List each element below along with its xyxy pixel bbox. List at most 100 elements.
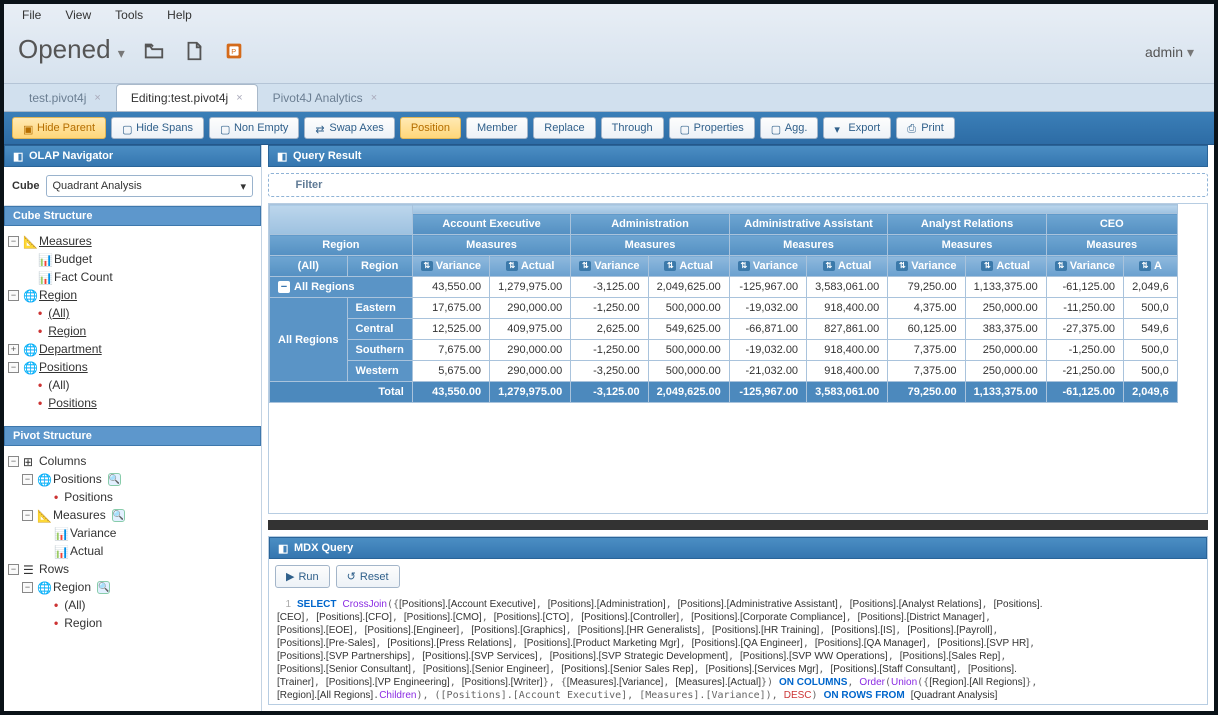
- region-col-header[interactable]: Region: [347, 256, 412, 277]
- menu-view[interactable]: View: [65, 8, 91, 22]
- node-budget[interactable]: Budget: [54, 252, 92, 266]
- run-button[interactable]: ▶ Run: [275, 565, 330, 588]
- menu-file[interactable]: File: [22, 8, 41, 22]
- node-positions-leaf[interactable]: Positions: [48, 396, 97, 410]
- collapse-icon[interactable]: ◧: [13, 150, 25, 162]
- col-variance[interactable]: ⇅Variance: [571, 256, 648, 277]
- opened-dropdown[interactable]: Opened ▾: [18, 34, 125, 65]
- sort-icon[interactable]: ⇅: [1139, 261, 1151, 271]
- node-region-leaf[interactable]: Region: [48, 324, 86, 338]
- node-measures[interactable]: Measures: [39, 234, 92, 248]
- replace-button[interactable]: Replace: [533, 117, 595, 139]
- row-header[interactable]: Central: [347, 319, 412, 340]
- hide-spans-button[interactable]: ▢Hide Spans: [111, 117, 204, 139]
- swap-axes-button[interactable]: ⇄Swap Axes: [304, 117, 394, 139]
- row-header[interactable]: Western: [347, 361, 412, 382]
- collapse-icon[interactable]: −: [22, 474, 33, 485]
- hide-parent-button[interactable]: ▣Hide Parent: [12, 117, 106, 139]
- expand-icon[interactable]: +: [8, 344, 19, 355]
- tab-editing[interactable]: Editing:test.pivot4j×: [116, 84, 258, 111]
- col-actual[interactable]: ⇅A: [1124, 256, 1178, 277]
- menu-tools[interactable]: Tools: [115, 8, 143, 22]
- close-icon[interactable]: ×: [94, 92, 100, 104]
- sort-icon[interactable]: ⇅: [896, 261, 908, 271]
- collapse-icon[interactable]: −: [8, 290, 19, 301]
- splitter[interactable]: [268, 520, 1208, 530]
- collapse-icon[interactable]: −: [22, 510, 33, 521]
- row-header[interactable]: All Regions: [270, 298, 348, 382]
- row-header[interactable]: Eastern: [347, 298, 412, 319]
- col-actual[interactable]: ⇅Actual: [807, 256, 888, 277]
- col-group[interactable]: CEO: [1046, 214, 1177, 235]
- properties-button[interactable]: ▢Properties: [669, 117, 755, 139]
- node-columns[interactable]: Columns: [39, 454, 86, 468]
- mdx-editor[interactable]: 1SELECT CrossJoin({[Positions].[Account …: [269, 594, 1207, 704]
- sort-icon[interactable]: ⇅: [981, 261, 993, 271]
- search-icon[interactable]: 🔍: [112, 509, 125, 522]
- node-measures[interactable]: Measures: [53, 508, 106, 522]
- sort-icon[interactable]: ⇅: [421, 261, 433, 271]
- col-group[interactable]: Administration: [571, 214, 730, 235]
- node-positions[interactable]: Positions: [53, 472, 102, 486]
- node-region-all[interactable]: (All): [48, 306, 69, 320]
- node-positions-all[interactable]: (All): [48, 378, 69, 392]
- presentation-icon[interactable]: P: [223, 40, 245, 60]
- collapse-icon[interactable]: −: [8, 236, 19, 247]
- node-region-leaf[interactable]: Region: [64, 616, 102, 630]
- node-region[interactable]: Region: [39, 288, 77, 302]
- node-variance[interactable]: Variance: [70, 526, 116, 540]
- new-document-icon[interactable]: [183, 40, 205, 60]
- close-icon[interactable]: ×: [236, 92, 242, 104]
- node-department[interactable]: Department: [39, 342, 102, 356]
- position-button[interactable]: Position: [400, 117, 461, 139]
- row-header[interactable]: −All Regions: [270, 277, 413, 298]
- col-actual[interactable]: ⇅Actual: [648, 256, 729, 277]
- col-variance[interactable]: ⇅Variance: [888, 256, 965, 277]
- export-button[interactable]: ▾Export: [823, 117, 891, 139]
- filter-dropzone[interactable]: Filter: [268, 173, 1208, 197]
- menu-help[interactable]: Help: [167, 8, 192, 22]
- col-actual[interactable]: ⇅Actual: [965, 256, 1046, 277]
- sort-icon[interactable]: ⇅: [579, 261, 591, 271]
- collapse-icon[interactable]: −: [8, 362, 19, 373]
- print-button[interactable]: ⎙Print: [896, 117, 955, 139]
- search-icon[interactable]: 🔍: [97, 581, 110, 594]
- col-group[interactable]: Analyst Relations: [888, 214, 1047, 235]
- member-button[interactable]: Member: [466, 117, 528, 139]
- col-group[interactable]: Administrative Assistant: [729, 214, 888, 235]
- user-menu[interactable]: admin ▾: [1145, 44, 1194, 61]
- open-folder-icon[interactable]: [143, 40, 165, 60]
- sort-icon[interactable]: ⇅: [506, 261, 518, 271]
- close-icon[interactable]: ×: [371, 92, 377, 104]
- col-group[interactable]: Account Executive: [412, 214, 571, 235]
- agg-button[interactable]: ▢Agg.: [760, 117, 819, 139]
- sort-icon[interactable]: ⇅: [1055, 261, 1067, 271]
- node-positions[interactable]: Positions: [39, 360, 88, 374]
- search-icon[interactable]: 🔍: [108, 473, 121, 486]
- col-variance[interactable]: ⇅Variance: [729, 256, 806, 277]
- col-actual[interactable]: ⇅Actual: [490, 256, 571, 277]
- collapse-icon[interactable]: ◧: [278, 542, 290, 554]
- through-button[interactable]: Through: [601, 117, 664, 139]
- node-actual[interactable]: Actual: [70, 544, 103, 558]
- node-rows[interactable]: Rows: [39, 562, 69, 576]
- node-positions-leaf[interactable]: Positions: [64, 490, 113, 504]
- tab-test[interactable]: test.pivot4j×: [14, 84, 116, 111]
- collapse-icon[interactable]: −: [8, 564, 19, 575]
- non-empty-button[interactable]: ▢Non Empty: [209, 117, 299, 139]
- collapse-icon[interactable]: −: [22, 582, 33, 593]
- col-variance[interactable]: ⇅Variance: [412, 256, 489, 277]
- reset-button[interactable]: ↺ Reset: [336, 565, 400, 588]
- collapse-icon[interactable]: ◧: [277, 150, 289, 162]
- node-region-all[interactable]: (All): [64, 598, 85, 612]
- collapse-icon[interactable]: −: [8, 456, 19, 467]
- sort-icon[interactable]: ⇅: [664, 261, 676, 271]
- tab-analytics[interactable]: Pivot4J Analytics×: [258, 84, 392, 111]
- node-fact-count[interactable]: Fact Count: [54, 270, 113, 284]
- cube-select[interactable]: Quadrant Analysis▾: [46, 175, 254, 197]
- result-grid[interactable]: Account Executive Administration Adminis…: [268, 203, 1208, 514]
- sort-icon[interactable]: ⇅: [823, 261, 835, 271]
- row-header[interactable]: Southern: [347, 340, 412, 361]
- sort-icon[interactable]: ⇅: [738, 261, 750, 271]
- node-region[interactable]: Region: [53, 580, 91, 594]
